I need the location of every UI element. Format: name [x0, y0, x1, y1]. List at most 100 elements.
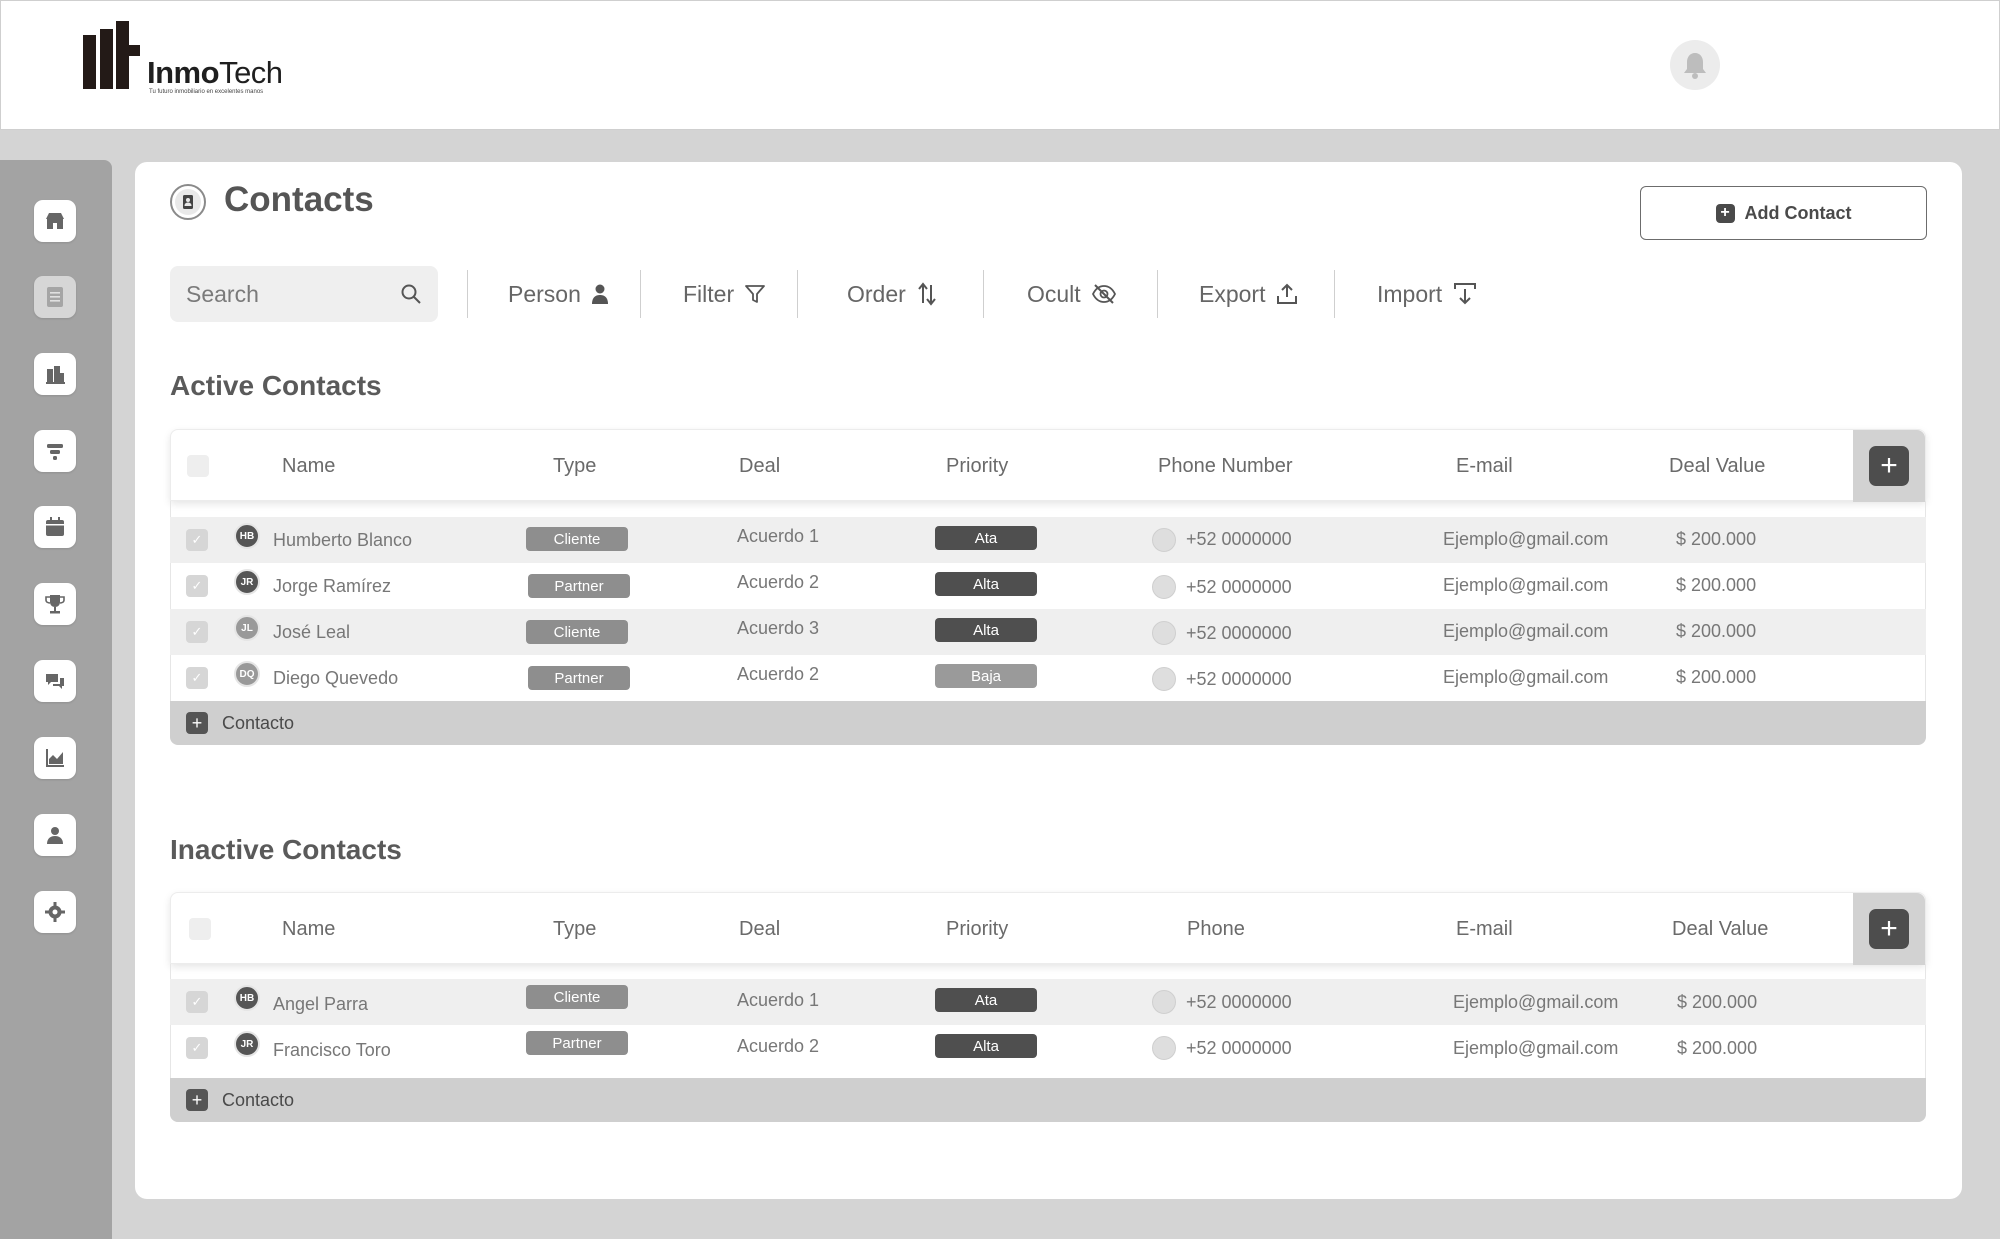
- logo-mark-icon: [83, 21, 140, 89]
- export-button[interactable]: Export: [1199, 266, 1299, 322]
- sidebar-item-profile[interactable]: [34, 814, 76, 856]
- active-contacts-title: Active Contacts: [170, 370, 382, 401]
- type-badge: Partner: [528, 574, 630, 598]
- sidebar-item-funnel[interactable]: [34, 430, 76, 472]
- column-header[interactable]: Deal Value: [1672, 893, 1768, 965]
- column-header[interactable]: Priority: [946, 430, 1008, 502]
- email-cell[interactable]: Ejemplo@gmail.com: [1453, 979, 1618, 1025]
- sidebar-item-properties[interactable]: [34, 353, 76, 395]
- contact-name[interactable]: Francisco Toro: [273, 1027, 391, 1073]
- table-row[interactable]: ✓ HB Humberto Blanco Cliente Acuerdo 1 A…: [170, 517, 1926, 563]
- sidebar-item-chat[interactable]: [34, 660, 76, 702]
- trophy-icon: [45, 595, 65, 614]
- contact-name[interactable]: Angel Parra: [273, 981, 368, 1027]
- email-cell[interactable]: Ejemplo@gmail.com: [1443, 654, 1608, 700]
- row-checkbox[interactable]: ✓: [186, 621, 208, 643]
- list-icon: [47, 287, 63, 307]
- table-header: Name Type Deal Priority Phone Number E-m…: [170, 429, 1926, 502]
- import-label: Import: [1377, 280, 1443, 307]
- sidebar-item-trophy[interactable]: [34, 583, 76, 625]
- deal-cell: Acuerdo 2: [737, 1035, 820, 1056]
- contact-name[interactable]: Diego Quevedo: [273, 655, 398, 701]
- type-badge: Cliente: [526, 620, 628, 644]
- column-header[interactable]: Priority: [946, 893, 1008, 965]
- sidebar-item-analytics[interactable]: [34, 737, 76, 779]
- table-row[interactable]: ✓ JR Francisco Toro Partner Acuerdo 2 Al…: [170, 1025, 1926, 1071]
- sidebar-item-store[interactable]: [34, 200, 76, 242]
- add-column-button[interactable]: +: [1869, 446, 1909, 486]
- email-cell[interactable]: Ejemplo@gmail.com: [1443, 608, 1608, 654]
- contact-name[interactable]: Jorge Ramírez: [273, 563, 391, 609]
- phone-cell: +52 0000000: [1186, 528, 1292, 549]
- phone-cell: +52 0000000: [1186, 991, 1292, 1012]
- column-header[interactable]: Deal: [739, 430, 780, 502]
- row-checkbox[interactable]: ✓: [186, 1037, 208, 1059]
- phone-cell: +52 0000000: [1186, 1037, 1292, 1058]
- table-row[interactable]: ✓ JL José Leal Cliente Acuerdo 3 Alta +5…: [170, 609, 1926, 655]
- column-header[interactable]: Phone Number: [1158, 430, 1293, 502]
- deal-value-cell: $ 200.000: [1676, 528, 1757, 549]
- column-header[interactable]: Phone: [1187, 893, 1245, 965]
- email-cell[interactable]: Ejemplo@gmail.com: [1453, 1025, 1618, 1071]
- order-button[interactable]: Order: [847, 266, 938, 322]
- import-button[interactable]: Import: [1377, 266, 1478, 322]
- add-column-button[interactable]: +: [1869, 909, 1909, 949]
- contact-name[interactable]: José Leal: [273, 609, 350, 655]
- sidebar-item-list[interactable]: [34, 276, 76, 318]
- order-label: Order: [847, 280, 906, 307]
- sidebar-item-calendar[interactable]: [34, 506, 76, 548]
- top-bar: InmoTech Tu futuro inmobiliario en excel…: [0, 0, 2000, 130]
- add-contact-label: Add Contact: [1744, 202, 1852, 223]
- table-row[interactable]: ✓ DQ Diego Quevedo Partner Acuerdo 2 Baj…: [170, 655, 1926, 701]
- column-header[interactable]: Name: [282, 430, 335, 502]
- ocult-button[interactable]: Ocult: [1027, 266, 1117, 322]
- search-input[interactable]: [186, 280, 376, 308]
- avatar: JL: [234, 615, 260, 641]
- plus-icon: +: [1715, 203, 1735, 223]
- column-header[interactable]: Deal Value: [1669, 430, 1765, 502]
- add-contact-row[interactable]: + Contacto: [170, 701, 1926, 745]
- row-checkbox[interactable]: ✓: [186, 991, 208, 1013]
- sidebar-item-settings[interactable]: [34, 891, 76, 933]
- row-checkbox[interactable]: ✓: [186, 529, 208, 551]
- table-row[interactable]: ✓ HB Angel Parra Cliente Acuerdo 1 Ata +…: [170, 979, 1926, 1025]
- bell-icon: [1684, 53, 1706, 79]
- active-contacts-table: Name Type Deal Priority Phone Number E-m…: [170, 429, 1926, 745]
- user-icon: [47, 827, 63, 844]
- add-contact-button[interactable]: + Add Contact: [1640, 186, 1927, 240]
- toolbar-divider: [797, 270, 798, 318]
- column-header[interactable]: Deal: [739, 893, 780, 965]
- column-header[interactable]: Type: [553, 430, 596, 502]
- toolbar-divider: [640, 270, 641, 318]
- row-checkbox[interactable]: ✓: [186, 667, 208, 689]
- contact-name[interactable]: Humberto Blanco: [273, 517, 412, 563]
- filter-button[interactable]: Filter: [683, 266, 766, 322]
- deal-cell: Acuerdo 2: [737, 663, 820, 684]
- row-checkbox[interactable]: ✓: [186, 575, 208, 597]
- export-label: Export: [1199, 280, 1266, 307]
- priority-badge: Ata: [935, 988, 1037, 1012]
- inmotech-logo[interactable]: InmoTech Tu futuro inmobiliario en excel…: [81, 21, 301, 101]
- upload-icon: [1277, 283, 1298, 304]
- table-row[interactable]: ✓ JR Jorge Ramírez Partner Acuerdo 2 Alt…: [170, 563, 1926, 609]
- add-contact-row[interactable]: + Contacto: [170, 1078, 1926, 1122]
- person-label: Person: [508, 280, 581, 307]
- avatar: HB: [234, 523, 260, 549]
- email-cell[interactable]: Ejemplo@gmail.com: [1443, 516, 1608, 562]
- column-header[interactable]: Name: [282, 893, 335, 965]
- search-icon[interactable]: [400, 283, 422, 305]
- priority-badge: Alta: [935, 572, 1037, 596]
- column-header[interactable]: E-mail: [1456, 893, 1513, 965]
- calendar-icon: [46, 517, 64, 536]
- type-badge: Cliente: [526, 527, 628, 551]
- person-button[interactable]: Person: [508, 266, 609, 322]
- column-header[interactable]: E-mail: [1456, 430, 1513, 502]
- plus-icon: +: [186, 712, 208, 734]
- select-all-checkbox[interactable]: [189, 918, 211, 940]
- deal-value-cell: $ 200.000: [1677, 991, 1758, 1012]
- notifications-button[interactable]: [1670, 40, 1720, 90]
- select-all-checkbox[interactable]: [187, 455, 209, 477]
- email-cell[interactable]: Ejemplo@gmail.com: [1443, 562, 1608, 608]
- add-contact-row-label: Contacto: [222, 1089, 295, 1110]
- column-header[interactable]: Type: [553, 893, 596, 965]
